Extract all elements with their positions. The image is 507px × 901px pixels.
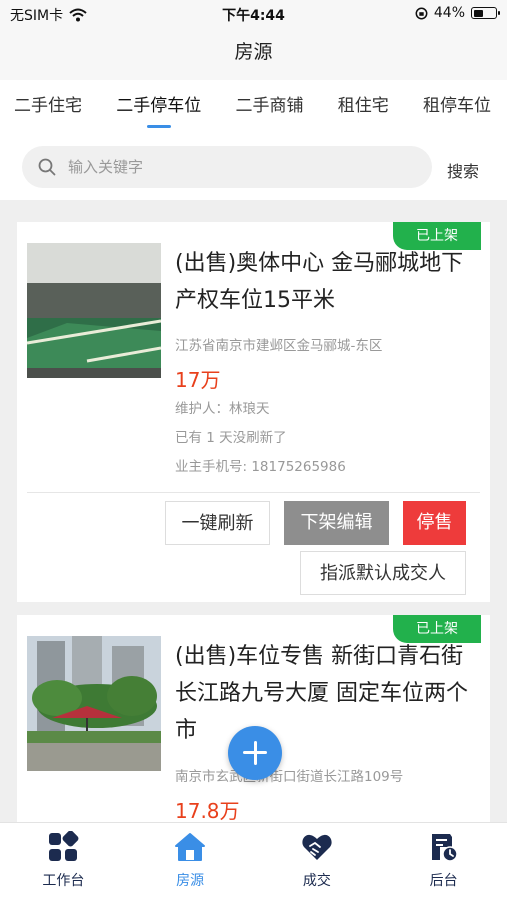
tab-second-hand-residence[interactable]: 二手住宅 [14,80,82,132]
handshake-heart-icon [302,834,332,860]
bottom-tab-deals[interactable]: 成交 [254,823,381,901]
bottom-tab-label: 房源 [176,873,205,889]
house-icon [175,833,206,861]
listing-address: 江苏省南京市建邺区金马郦城-东区 [175,338,383,354]
tab-rent-parking[interactable]: 租停车位 [423,80,491,132]
refresh-button[interactable]: 一键刷新 [165,501,270,545]
battery-icon [471,7,500,19]
workbench-icon [49,831,79,861]
search-button[interactable]: 搜索 [447,158,479,182]
category-tabs: 二手住宅 二手停车位 二手商铺 租住宅 租停车位 [0,80,507,132]
refresh-note: 已有 1 天没刷新了 [175,430,287,446]
search-box[interactable] [22,146,432,188]
owner-phone: 业主手机号: 18175265986 [175,459,346,475]
card-divider [27,492,480,493]
listing-price: 17万 [175,368,221,392]
search-icon [38,158,56,176]
tab-second-hand-shop[interactable]: 二手商铺 [236,80,304,132]
orientation-lock-icon [415,7,428,19]
unlist-edit-button[interactable]: 下架编辑 [284,501,389,545]
bottom-tab-label: 成交 [302,873,331,889]
bottom-tab-bar: 工作台 房源 成交 后台 [0,822,507,901]
bottom-tab-admin[interactable]: 后台 [380,823,507,901]
admin-icon [431,834,458,862]
bottom-tab-listings[interactable]: 房源 [127,823,254,901]
bottom-tab-workbench[interactable]: 工作台 [0,823,127,901]
search-bar: 搜索 [0,132,507,200]
tab-rent-residence[interactable]: 租住宅 [338,80,389,132]
listing-title[interactable]: (出售)车位专售 新街口青石街 长江路九号大厦 固定车位两个市 [175,638,481,749]
status-right: 44% [415,5,500,21]
assign-dealer-button[interactable]: 指派默认成交人 [300,551,466,595]
status-bar: 无SIM卡 下午4:44 44% [0,0,507,28]
listing-photo[interactable] [27,243,161,378]
add-listing-button[interactable] [228,726,282,780]
page-title: 房源 [0,28,507,80]
listing-title[interactable]: (出售)奥体中心 金马郦城地下产权车位15平米 [175,245,481,319]
maintainer-text: 维护人：林琅天 [175,401,270,417]
listing-card[interactable]: 已上架 (出售)奥体中心 金马郦城地下产权车位15平米 江苏省南京市建邺区金马郦… [17,222,490,602]
search-input[interactable] [66,157,390,177]
listing-price: 17.8万 [175,799,240,823]
listing-photo[interactable] [27,636,161,771]
bottom-tab-label: 后台 [429,873,458,889]
battery-percent: 44% [433,5,465,21]
stop-sale-button[interactable]: 停售 [403,501,466,545]
bottom-tab-label: 工作台 [42,873,85,889]
listing-card[interactable]: 已上架 (出售)车位专售 新街口青石街 长江路九号大厦 固定车位两个市 南京市玄… [17,615,490,825]
listing-address: 南京市玄武区新街口街道长江路109号 [175,769,404,785]
tab-second-hand-parking[interactable]: 二手停车位 [116,80,201,132]
